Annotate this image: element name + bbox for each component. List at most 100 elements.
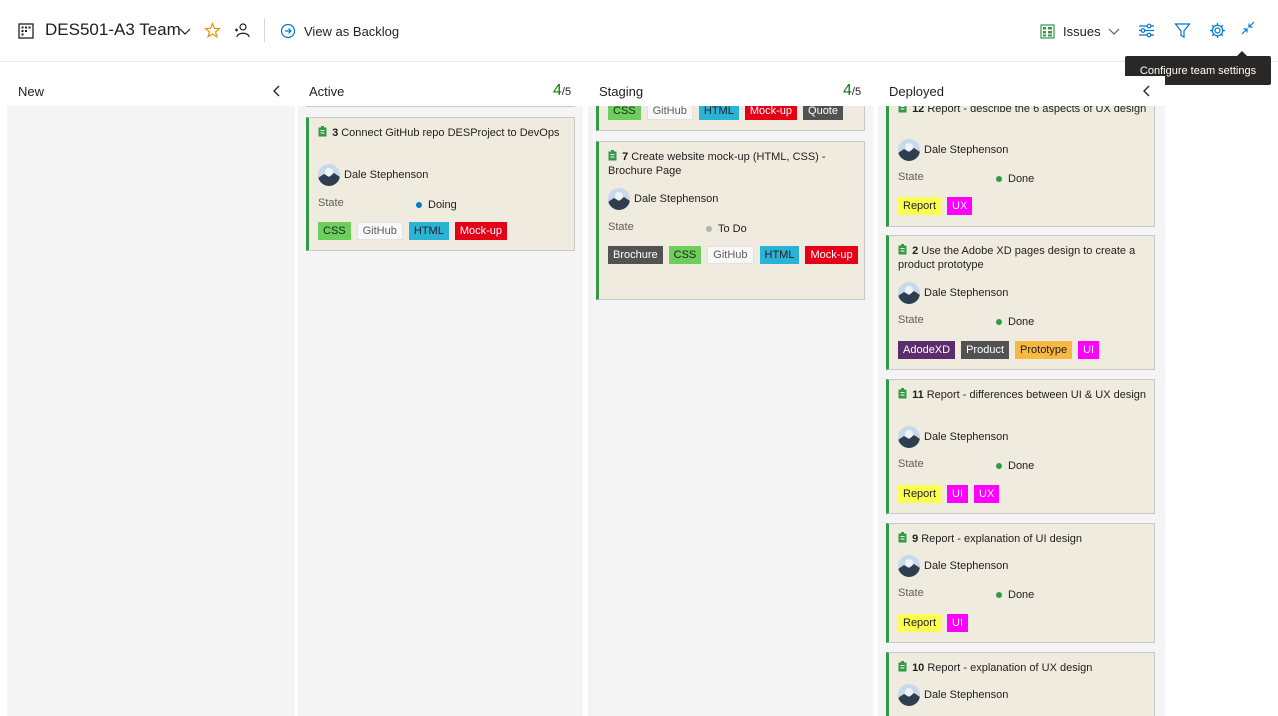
column-title: Active [309,84,345,99]
state-value[interactable]: Done [996,589,1034,601]
state-value[interactable]: Doing [416,199,457,211]
assignee[interactable]: Dale Stephenson [898,426,1008,448]
assignee[interactable]: Dale Stephenson [608,188,718,210]
tag: Mock-up [805,246,858,264]
assignee[interactable]: Dale Stephenson [318,164,428,186]
state-label: State [318,197,344,209]
work-item-card[interactable]: 7 Create website mock-up (HTML, CSS) - Br… [596,141,865,300]
column-title: Staging [599,84,644,99]
tag: UX [947,197,973,215]
star-icon[interactable] [204,22,221,39]
tag: UI [947,485,969,503]
state-value[interactable]: To Do [706,223,747,235]
tags: CSS GitHub HTML Mock-up [318,222,568,240]
state-value[interactable]: Done [996,173,1034,185]
state-label: State [898,458,924,470]
work-item-card[interactable]: 10 Report - explanation of UX design Dale… [886,652,1155,716]
card-title[interactable]: 9 Report - explanation of UI design [898,532,1148,546]
card-title[interactable]: 3 Connect GitHub repo DESProject to DevOp… [318,126,568,140]
tag: Report [898,614,942,632]
card-title[interactable]: 7 Create website mock-up (HTML, CSS) - Br… [608,150,858,178]
state-value[interactable]: Done [996,460,1034,472]
board-header: DES501-A3 Team View as Backlog Issues [0,0,1278,62]
view-as-backlog-button[interactable]: View as Backlog [280,20,399,42]
work-item-title: Report - explanation of UX design [927,662,1093,674]
column-deployed: 12 Report - describe the 6 aspects of UX … [878,106,1165,716]
tag: Mock-up [454,222,508,240]
card-title[interactable]: 2 Use the Adobe XD pages design to create… [898,244,1148,272]
chevron-left-icon[interactable] [270,84,284,98]
filter-icon[interactable] [1174,22,1191,39]
tag: CSS [608,106,641,120]
work-item-title: Report - describe the 6 aspects of UX de… [927,106,1147,115]
issues-label: Issues [1063,23,1101,39]
work-item-card[interactable]: CSS GitHub HTML Mock-up Quote [596,106,865,131]
tags: CSS GitHub HTML Mock-up Quote [608,106,858,120]
tag: HTML [698,106,739,120]
state-dot [996,463,1002,469]
avatar [898,282,920,304]
state-label: State [898,587,924,599]
state-dot [996,176,1002,182]
work-item-type-dropdown[interactable]: Issues [1040,20,1121,42]
column-header-active: Active 4/5 [298,76,583,106]
card-edge [306,106,575,107]
tags: AdodeXD Product Prototype UI [898,341,1148,359]
state-label: State [898,314,924,326]
tag: UI [947,614,969,632]
column-active: 3 Connect GitHub repo DESProject to DevOp… [298,106,583,716]
state-value[interactable]: Done [996,316,1034,328]
tag: Mock-up [744,106,798,120]
work-item-title: Use the Adobe XD pages design to create … [898,245,1136,271]
work-item-card[interactable]: 9 Report - explanation of UI design Dale … [886,523,1155,643]
column-title: Deployed [889,84,944,99]
column-new [7,106,295,716]
work-item-id: 3 [332,127,339,139]
card-title[interactable]: 12 Report - describe the 6 aspects of UX … [898,106,1148,116]
tags: Report UX [898,197,1148,215]
tags: Report UI UX [898,485,1148,503]
column-header-staging: Staging 4/5 [588,76,873,106]
state-dot [996,592,1002,598]
collapse-fullscreen-icon[interactable] [1241,21,1255,35]
board-grid-icon [18,23,34,39]
column-title: New [18,84,45,99]
chevron-down-icon [1108,28,1120,35]
issue-type-icon [898,388,907,399]
work-item-card[interactable]: 3 Connect GitHub repo DESProject to DevOp… [306,117,575,251]
work-item-title: Report - explanation of UI design [921,533,1083,545]
work-item-id: 2 [912,245,919,257]
tag: CSS [668,246,702,264]
assignee[interactable]: Dale Stephenson [898,139,1008,161]
team-name[interactable]: DES501-A3 Team [45,20,181,40]
issue-type-icon [898,244,907,255]
assignee[interactable]: Dale Stephenson [898,555,1008,577]
chevron-left-icon[interactable] [1140,84,1154,98]
card-title[interactable]: 10 Report - explanation of UX design [898,661,1148,675]
work-item-card[interactable]: 12 Report - describe the 6 aspects of UX … [886,106,1155,227]
view-as-backlog-label: View as Backlog [304,23,400,39]
tag: GitHub [646,106,693,120]
tag: GitHub [356,222,403,240]
work-item-card[interactable]: 11 Report - differences between UI & UX d… [886,379,1155,514]
tags: Brochure CSS GitHub HTML Mock-up [608,246,858,264]
column-staging: CSS GitHub HTML Mock-up Quote 7 Create we… [588,106,873,716]
tag: Brochure [608,246,663,264]
issue-type-icon [898,661,907,672]
issue-type-icon [318,126,327,137]
state-dot [416,202,422,208]
tag: UI [1078,341,1100,359]
work-item-card[interactable]: 2 Use the Adobe XD pages design to create… [886,235,1155,370]
team-members-icon[interactable] [234,22,250,38]
view-options-icon[interactable] [1138,22,1155,39]
tag: UX [974,485,1000,503]
tag: Report [898,197,942,215]
issue-type-icon [608,150,617,161]
card-title[interactable]: 11 Report - differences between UI & UX d… [898,388,1148,402]
assignee[interactable]: Dale Stephenson [898,282,1008,304]
chevron-down-icon[interactable] [178,24,192,38]
settings-gear-icon[interactable] [1209,22,1226,39]
assignee[interactable]: Dale Stephenson [898,684,1008,706]
tag: Report [898,485,942,503]
assignee-name: Dale Stephenson [924,144,1009,156]
